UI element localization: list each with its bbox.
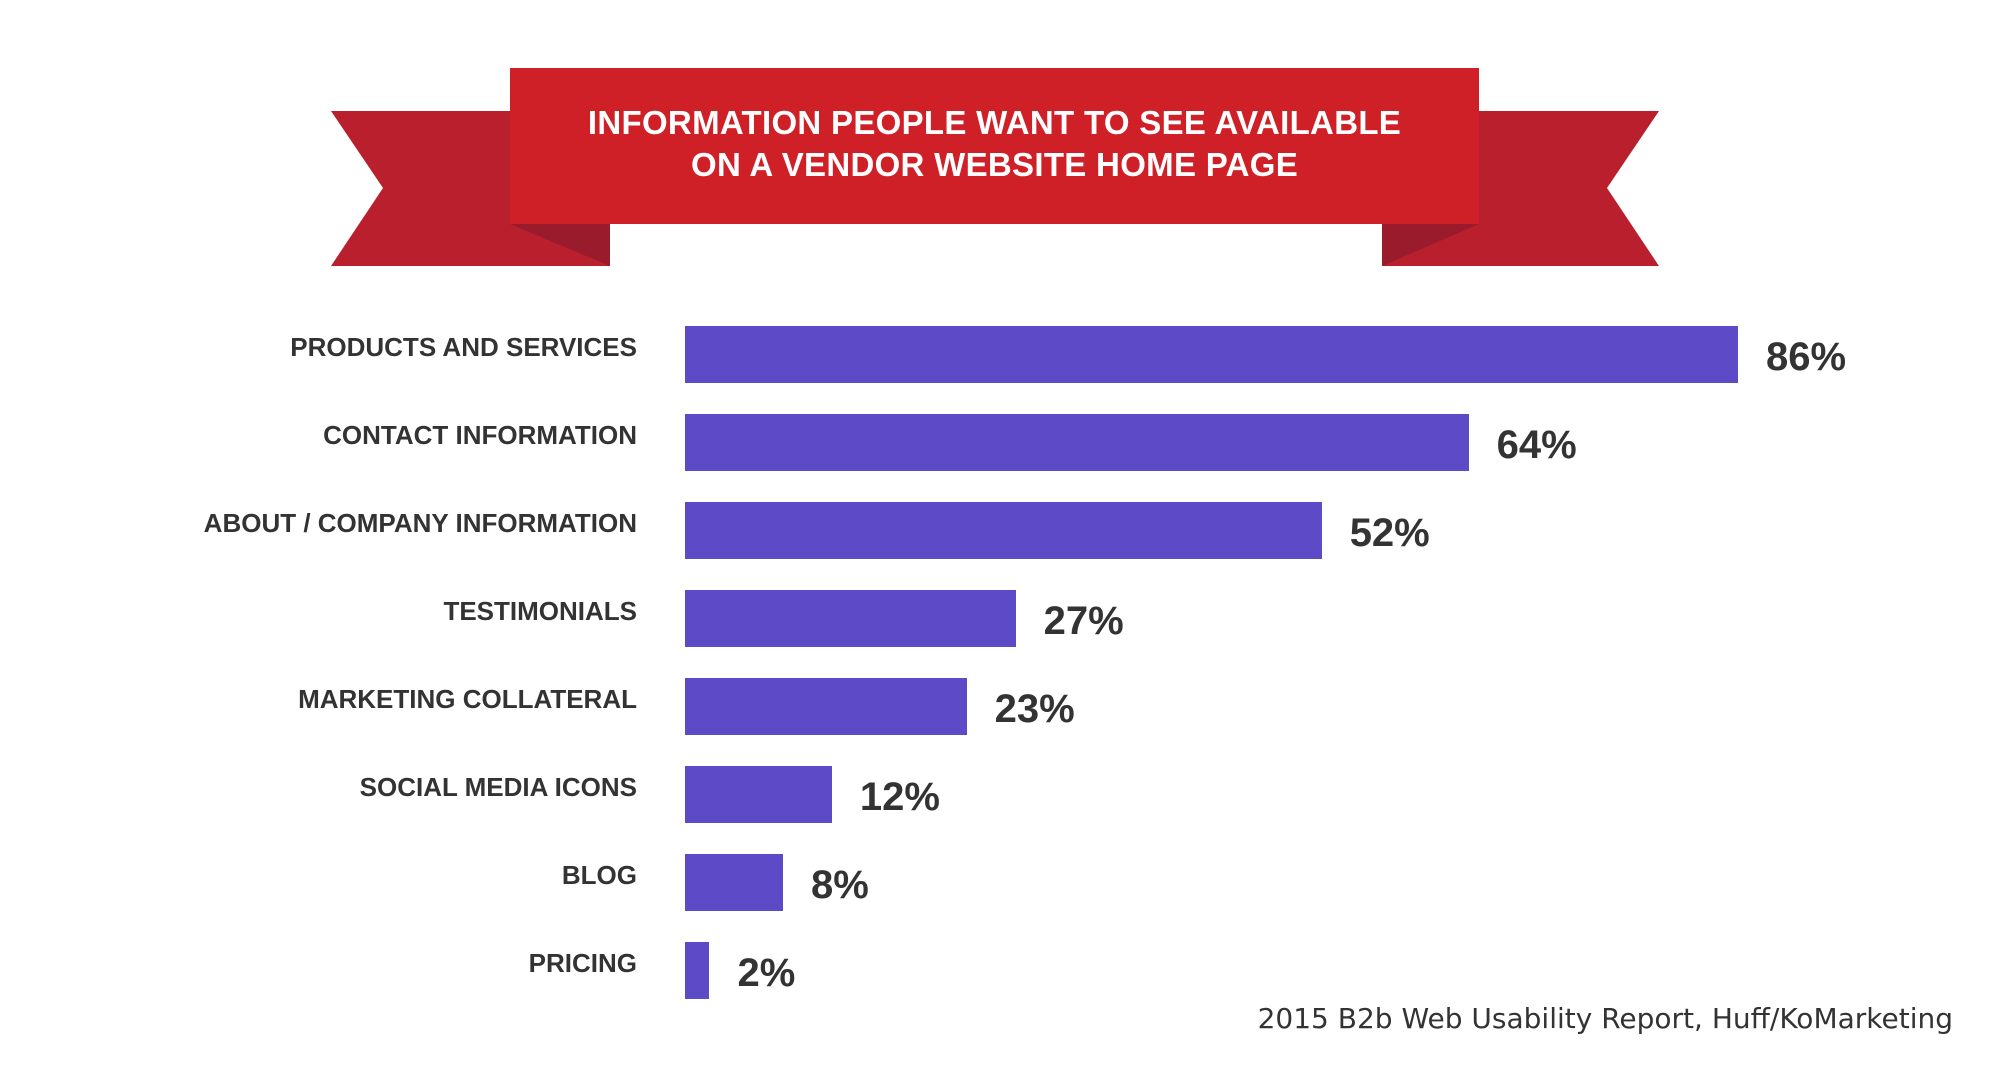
value-label: 8% — [810, 862, 869, 907]
value-label: 23% — [994, 686, 1075, 731]
bar — [685, 590, 1016, 647]
value-label: 64% — [1496, 422, 1577, 467]
bar-chart: PRODUCTS AND SERVICES 86% CONTACT INFORMAT… — [0, 0, 1989, 1069]
category-label: MARKETING COLLATERAL — [298, 683, 637, 714]
value-label: 52% — [1349, 510, 1430, 555]
category-label: ABOUT / COMPANY INFORMATION — [203, 507, 637, 538]
bar — [685, 942, 710, 999]
bar — [685, 854, 783, 911]
bar — [685, 502, 1322, 559]
value-label: 12% — [859, 774, 940, 819]
category-label: CONTACT INFORMATION — [323, 419, 637, 450]
category-label: SOCIAL MEDIA ICONS — [359, 771, 637, 802]
bar — [685, 766, 832, 823]
bar — [685, 678, 967, 735]
category-label: PRODUCTS AND SERVICES — [290, 331, 637, 362]
category-label: PRICING — [528, 947, 637, 978]
category-label: BLOG — [561, 859, 637, 890]
value-label: 2% — [737, 950, 796, 995]
source-citation: 2015 B2b Web Usability Report, Huff/KoMa… — [1257, 1002, 1953, 1035]
bar — [685, 326, 1738, 383]
value-label: 86% — [1766, 334, 1847, 379]
value-label: 27% — [1043, 598, 1124, 643]
category-label: TESTIMONIALS — [443, 595, 637, 626]
bar — [685, 414, 1469, 471]
